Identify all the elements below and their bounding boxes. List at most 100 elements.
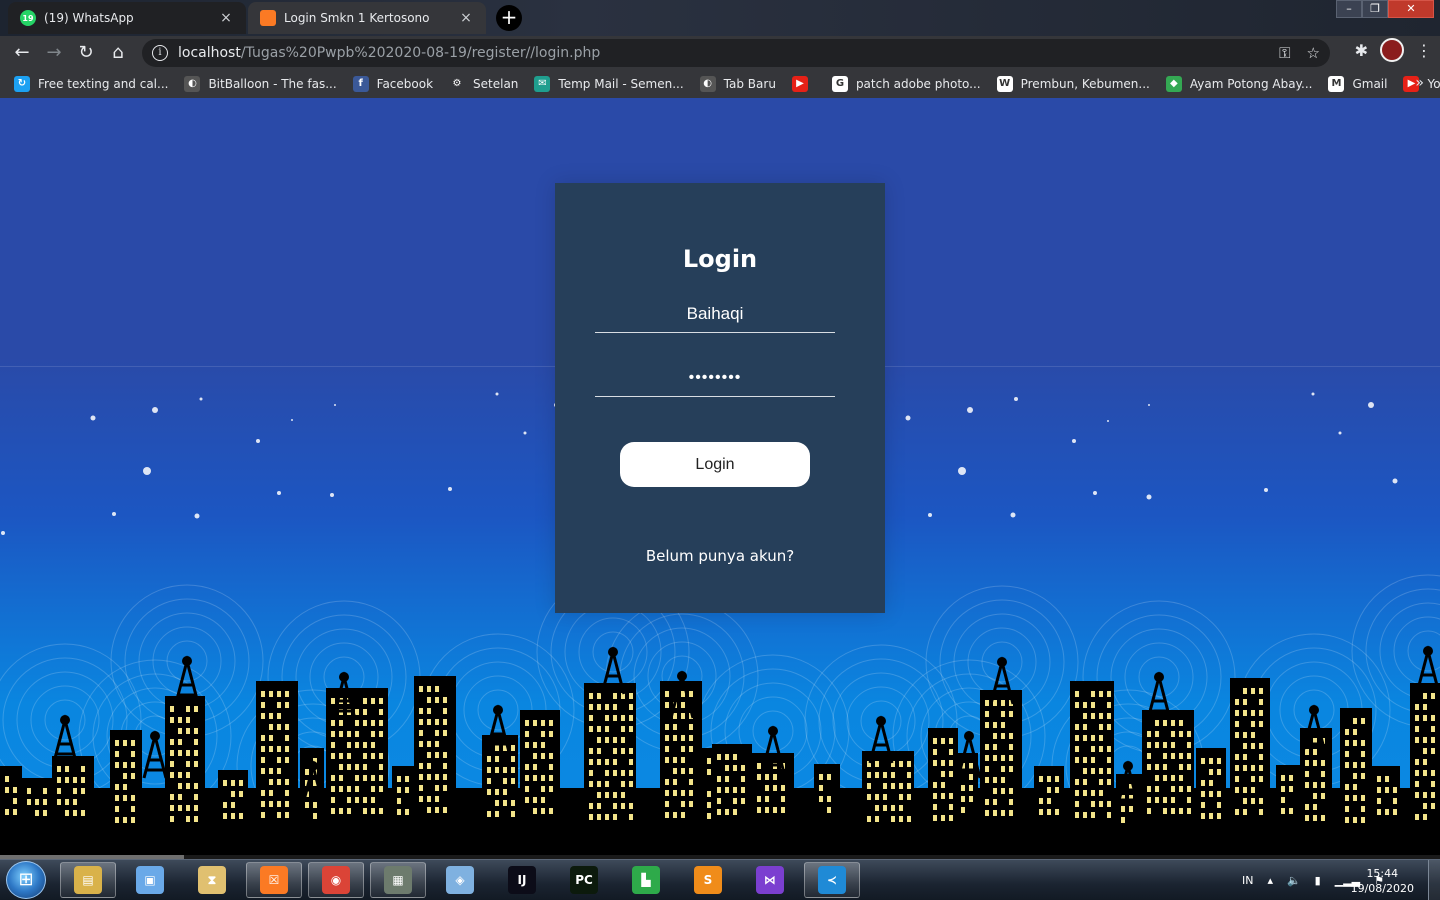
photos-icon: ▣ xyxy=(136,866,164,894)
bookmark-item[interactable]: M Gmail xyxy=(1328,76,1387,92)
login-card: Login Login Belum punya akun? xyxy=(555,183,885,613)
bookmark-item[interactable]: ↻ Free texting and cal... xyxy=(14,76,168,92)
bookmark-icon: W xyxy=(996,76,1013,92)
taskbar-zaitun[interactable]: ▙ xyxy=(618,862,674,898)
bookmark-label: Facebook xyxy=(376,77,434,91)
bookmark-label: Setelan xyxy=(473,77,519,91)
new-tab-button[interactable]: + xyxy=(496,5,522,31)
key-icon[interactable]: ⚿ xyxy=(1279,44,1290,62)
restore-icon[interactable]: ❐ xyxy=(1362,0,1388,18)
bookmark-item[interactable]: ◆ Ayam Potong Abay... xyxy=(1165,76,1312,92)
register-link[interactable]: Belum punya akun? xyxy=(555,547,885,565)
time: 15:44 xyxy=(1366,867,1399,880)
bookmark-icon: M xyxy=(1328,76,1345,92)
close-window-icon[interactable]: ✕ xyxy=(1388,0,1434,18)
terminal-icon: ▦ xyxy=(384,866,412,894)
taskbar: ⊞ ▤ ▣ ⧗ ☒ ◉ ▦ ◈ IJ PC ▙ S ⋈ ≺ IN ▴ 🔈 ▮ ▁▂▃ ⚑ 15:44 1… xyxy=(0,859,1440,900)
bookmark-item[interactable]: Gpatch adobe photo... xyxy=(831,76,981,92)
avatar[interactable] xyxy=(1380,38,1404,62)
taskbar-xampp[interactable]: ☒ xyxy=(246,862,302,898)
bookmark-icon: ↻ xyxy=(14,76,30,92)
login-page: Login Login Belum punya akun? xyxy=(0,98,1440,856)
chrome-icon: ◉ xyxy=(322,866,350,894)
login-title: Login xyxy=(682,245,758,273)
tab-title: (19) WhatsApp xyxy=(44,11,134,25)
sublime-icon: S xyxy=(694,866,722,894)
date: 19/08/2020 xyxy=(1350,882,1414,895)
explorer-icon: ▤ xyxy=(74,866,102,894)
bookmark-label: Temp Mail - Semen... xyxy=(558,77,684,91)
bookmark-item[interactable]: ▶ xyxy=(791,76,816,92)
extensions-icon[interactable]: ✱ xyxy=(1355,41,1368,60)
home-icon[interactable]: ⌂ xyxy=(102,37,134,69)
taskbar-pycharm[interactable]: PC xyxy=(556,862,612,898)
tab-strip: 19 (19) WhatsApp × Login Smkn 1 Kertoson… xyxy=(0,0,1440,36)
clock[interactable]: 15:44 19/08/2020 xyxy=(1351,866,1414,896)
bookmark-icon: ◐ xyxy=(184,76,201,92)
tab-whatsapp[interactable]: 19 (19) WhatsApp × xyxy=(8,2,246,34)
bookmark-icon: ✉ xyxy=(534,76,551,92)
xampp-icon: ☒ xyxy=(260,866,288,894)
taskbar-hourglass[interactable]: ⧗ xyxy=(184,862,240,898)
bookmark-icon: ▶ xyxy=(791,76,808,92)
bookmark-icon: f xyxy=(352,76,369,92)
url-path: /Tugas%20Pwpb%202020-08-19/register//log… xyxy=(240,45,601,61)
whatsapp-icon: 19 xyxy=(20,10,36,26)
taskbar-chrome[interactable]: ◉ xyxy=(308,862,364,898)
intellij-icon: IJ xyxy=(508,866,536,894)
taskbar-visual-studio[interactable]: ⋈ xyxy=(742,862,798,898)
bookmarks-bar: ↻ Free texting and cal... ◐ BitBalloon - Th… xyxy=(0,70,1440,98)
reload-icon[interactable]: ↻ xyxy=(70,37,102,69)
url-host: localhost xyxy=(178,45,241,61)
info-icon[interactable]: i xyxy=(152,45,168,61)
bookmark-label: BitBalloon - The fas... xyxy=(208,77,337,91)
taskbar-terminal[interactable]: ▦ xyxy=(370,862,426,898)
bookmark-label: Prembun, Kebumen... xyxy=(1020,77,1150,91)
taskbar-sublime[interactable]: S xyxy=(680,862,736,898)
close-tab-icon[interactable]: × xyxy=(218,10,234,26)
tab-login[interactable]: Login Smkn 1 Kertosono × xyxy=(248,2,486,34)
tab-title: Login Smkn 1 Kertosono xyxy=(284,11,430,25)
bookmarks-more-icon[interactable]: » xyxy=(1415,75,1424,91)
login-button[interactable]: Login xyxy=(620,442,810,487)
minimize-icon[interactable]: – xyxy=(1336,0,1362,18)
taskbar-vscode[interactable]: ≺ xyxy=(804,862,860,898)
address-bar[interactable]: i localhost /Tugas%20Pwpb%202020-08-19/r… xyxy=(142,39,1330,67)
back-icon[interactable]: ← xyxy=(6,37,38,69)
bookmark-item[interactable]: ⚙ Setelan xyxy=(449,76,518,92)
volume-icon[interactable]: 🔈 xyxy=(1287,874,1301,887)
menu-icon[interactable]: ⋮ xyxy=(1416,41,1432,60)
bookmark-label: Gmail xyxy=(1352,77,1388,91)
bookmark-icon: G xyxy=(831,76,848,92)
tray-expand-icon[interactable]: ▴ xyxy=(1267,874,1273,887)
taskbar-intellij[interactable]: IJ xyxy=(494,862,550,898)
bookmark-label: Tab Baru xyxy=(723,77,776,91)
taskbar-photos[interactable]: ▣ xyxy=(122,862,178,898)
username-input[interactable] xyxy=(595,295,835,333)
password-input[interactable] xyxy=(595,359,835,397)
close-tab-icon[interactable]: × xyxy=(458,10,474,26)
bookmark-label: YouTube xyxy=(1427,77,1440,91)
visual-studio-icon: ⋈ xyxy=(756,866,784,894)
bookmark-item[interactable]: ✉ Temp Mail - Semen... xyxy=(534,76,684,92)
zaitun-icon: ▙ xyxy=(632,866,660,894)
power-icon[interactable]: ▮ xyxy=(1315,874,1321,887)
xampp-icon xyxy=(260,10,276,26)
bookmark-label: patch adobe photo... xyxy=(855,77,981,91)
bookmark-label: Free texting and cal... xyxy=(38,77,169,91)
window-controls: – ❐ ✕ xyxy=(1336,0,1434,18)
bookmark-item[interactable]: f Facebook xyxy=(352,76,434,92)
language-indicator[interactable]: IN xyxy=(1242,874,1253,887)
bookmark-item[interactable]: ◐ BitBalloon - The fas... xyxy=(184,76,337,92)
star-icon[interactable]: ☆ xyxy=(1307,44,1320,62)
start-button[interactable]: ⊞ xyxy=(6,861,46,899)
forward-icon[interactable]: → xyxy=(38,37,70,69)
taskbar-virtualbox[interactable]: ◈ xyxy=(432,862,488,898)
virtualbox-icon: ◈ xyxy=(446,866,474,894)
bookmark-item[interactable]: W Prembun, Kebumen... xyxy=(996,76,1150,92)
bookmark-icon: ⚙ xyxy=(449,76,466,92)
bookmark-icon: ◐ xyxy=(699,76,716,92)
taskbar-explorer[interactable]: ▤ xyxy=(60,862,116,898)
show-desktop-button[interactable] xyxy=(1428,860,1440,900)
bookmark-item[interactable]: ◐ Tab Baru xyxy=(699,76,776,92)
